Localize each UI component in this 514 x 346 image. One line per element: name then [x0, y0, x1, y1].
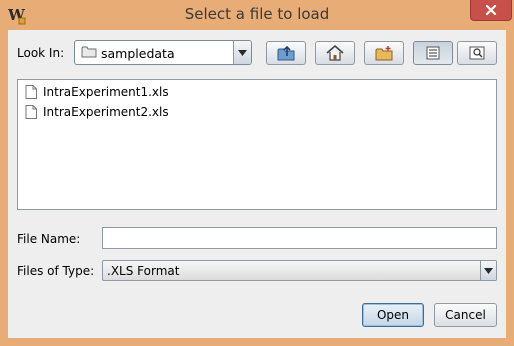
up-one-level-button[interactable]: [266, 41, 306, 65]
file-name-field[interactable]: [102, 227, 497, 249]
close-button[interactable]: [470, 0, 512, 21]
look-in-dropdown[interactable]: sampledata: [74, 40, 252, 65]
document-icon: [25, 85, 37, 99]
file-name: IntraExperiment2.xls: [43, 105, 169, 119]
document-icon: [25, 105, 37, 119]
file-name-label: File Name:: [17, 232, 81, 246]
folder-icon: [81, 46, 97, 58]
window-title: Select a file to load: [184, 5, 330, 23]
details-icon: [469, 46, 485, 60]
look-in-value: sampledata: [101, 46, 175, 61]
files-of-type-dropdown[interactable]: .XLS Format: [102, 260, 497, 281]
home-button[interactable]: [315, 41, 355, 65]
files-of-type-value: .XLS Format: [107, 264, 180, 278]
list-icon: [426, 46, 440, 60]
chevron-down-icon[interactable]: [233, 41, 251, 64]
open-button[interactable]: Open: [362, 303, 424, 327]
list-item[interactable]: IntraExperiment2.xls: [25, 104, 169, 120]
list-view-button[interactable]: [413, 41, 453, 65]
home-icon: [326, 45, 344, 61]
file-name: IntraExperiment1.xls: [43, 85, 169, 99]
new-folder-icon: [375, 46, 393, 61]
look-in-label: Look In:: [17, 46, 65, 60]
window-border: [0, 338, 514, 346]
files-of-type-label: Files of Type:: [17, 264, 95, 278]
details-view-button[interactable]: [457, 41, 497, 65]
dialog-body: Look In: sampledata IntraExperiment1.xls…: [8, 30, 506, 338]
new-folder-button[interactable]: [364, 41, 404, 65]
chevron-down-icon[interactable]: [480, 261, 496, 280]
title-bar[interactable]: W Select a file to load: [0, 0, 514, 30]
close-icon: [485, 5, 497, 15]
cancel-button[interactable]: Cancel: [434, 303, 497, 327]
list-item[interactable]: IntraExperiment1.xls: [25, 84, 169, 100]
file-list[interactable]: IntraExperiment1.xls IntraExperiment2.xl…: [17, 79, 497, 210]
folder-up-icon: [277, 45, 295, 61]
